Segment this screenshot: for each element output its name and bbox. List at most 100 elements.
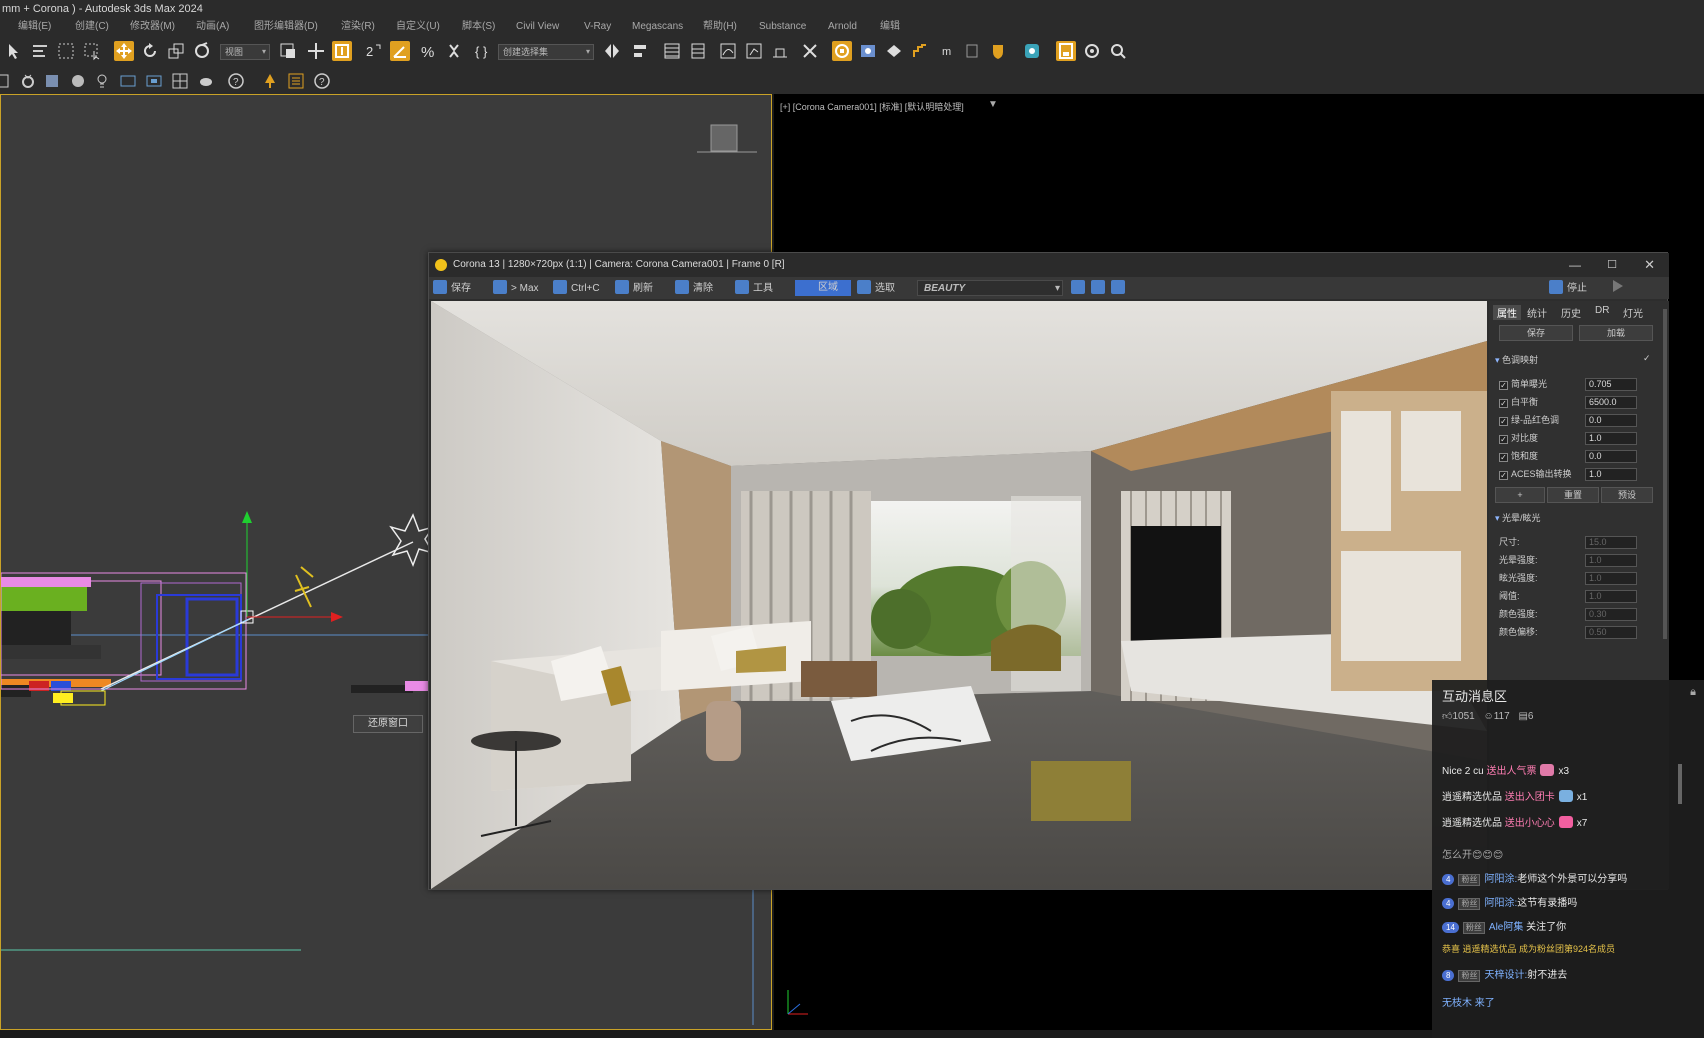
hand-icon[interactable] <box>18 71 38 91</box>
select-by-name-icon[interactable] <box>30 41 50 61</box>
light-bulb-icon[interactable] <box>92 71 112 91</box>
color-intensity-input[interactable]: 0.30 <box>1585 608 1637 621</box>
tone-checkbox[interactable]: ✓ <box>1499 417 1508 426</box>
keyboard-shortcut-override-icon[interactable] <box>332 41 352 61</box>
menu-scripting[interactable]: 脚本(S) <box>462 18 495 36</box>
zoom-out-icon[interactable] <box>1091 280 1109 296</box>
vray-icon[interactable] <box>1022 41 1042 61</box>
menu-rendering[interactable]: 渲染(R) <box>341 18 375 36</box>
tone-mapping-section[interactable]: ▾ 色调映射 ✓ <box>1495 353 1655 369</box>
menu-customize[interactable]: 自定义(U) <box>396 18 440 36</box>
maximize-icon[interactable]: ☐ <box>1607 253 1617 277</box>
tab-lightmix[interactable]: 灯光 <box>1623 305 1643 320</box>
corona-tools-icon[interactable] <box>910 41 930 61</box>
help-circle-icon[interactable]: ? <box>312 71 332 91</box>
add-operator-button[interactable]: + <box>1495 487 1545 503</box>
selection-set-dropdown[interactable]: 创建选择集 <box>498 44 594 60</box>
pick-button[interactable]: 选取 <box>857 280 895 296</box>
render-button[interactable] <box>1613 280 1663 296</box>
search-icon[interactable] <box>1108 41 1128 61</box>
tone-checkbox[interactable]: ✓ <box>1499 453 1508 462</box>
reference-coordinate-dropdown[interactable]: 视图 <box>220 44 270 60</box>
move-icon[interactable] <box>114 41 134 61</box>
tone-checkbox[interactable]: ✓ <box>1499 435 1508 444</box>
saturation-input[interactable]: 0.0 <box>1585 450 1637 463</box>
frame-alt-icon[interactable] <box>144 71 164 91</box>
menu-create[interactable]: 创建(C) <box>75 18 109 36</box>
render-frame-window-icon[interactable] <box>832 41 852 61</box>
paint-icon[interactable] <box>68 71 88 91</box>
menu-vray[interactable]: V-Ray <box>584 18 611 36</box>
angle-snap-icon[interactable] <box>390 41 410 61</box>
menu-animation[interactable]: 动画(A) <box>196 18 229 36</box>
snaps-toggle-icon[interactable]: 2 <box>364 41 384 61</box>
to-max-button[interactable]: > Max <box>493 280 539 296</box>
layer-explorer-icon[interactable] <box>662 41 682 61</box>
chat-scrollbar[interactable] <box>1678 764 1682 804</box>
zoom-in-icon[interactable] <box>1071 280 1089 296</box>
props-scrollbar[interactable] <box>1663 309 1667 639</box>
align-icon[interactable] <box>630 41 650 61</box>
scale-icon[interactable] <box>166 41 186 61</box>
props-save-button[interactable]: 保存 <box>1499 325 1573 341</box>
spinner-snap-icon[interactable] <box>444 41 464 61</box>
select-manipulate-icon[interactable] <box>306 41 326 61</box>
mirror-icon[interactable] <box>602 41 622 61</box>
rect-selection-icon[interactable] <box>56 41 76 61</box>
reset-button[interactable]: 重置 <box>1547 487 1599 503</box>
place-icon[interactable] <box>192 41 212 61</box>
curve-editor-icon[interactable] <box>718 41 738 61</box>
minimize-icon[interactable]: — <box>1569 253 1581 277</box>
menu-arnold[interactable]: Arnold <box>828 18 857 36</box>
save-render-icon[interactable] <box>1056 41 1076 61</box>
link-icon[interactable] <box>0 71 14 91</box>
clear-button[interactable]: 清除 <box>675 280 713 296</box>
render-image[interactable] <box>431 301 1487 889</box>
bloom-section[interactable]: ▾ 光晕/眩光 <box>1495 511 1655 527</box>
save-button[interactable]: 保存 <box>433 280 471 296</box>
named-selection-sets-icon[interactable]: { } <box>472 41 492 61</box>
rotate-icon[interactable] <box>140 41 160 61</box>
tint-input[interactable]: 0.0 <box>1585 414 1637 427</box>
menu-extra[interactable]: 编辑 <box>880 18 900 36</box>
layer-stack-icon[interactable] <box>962 41 982 61</box>
region-button[interactable]: 区域 <box>795 280 851 296</box>
help-circle-icon[interactable]: ? <box>226 71 246 91</box>
toggle-ribbon-icon[interactable] <box>688 41 708 61</box>
menu-edit[interactable]: 编辑(E) <box>18 18 51 36</box>
tone-checkbox[interactable]: ✓ <box>1499 381 1508 390</box>
script-m-icon[interactable]: m <box>938 41 958 61</box>
viewport-label[interactable]: [+] [Corona Camera001] [标准] [默认明暗处理] <box>780 100 964 113</box>
tab-properties[interactable]: 属性 <box>1493 305 1521 320</box>
tone-checkbox[interactable]: ✓ <box>1499 471 1508 480</box>
tree-icon[interactable] <box>260 71 280 91</box>
frame-icon[interactable] <box>118 71 138 91</box>
aces-input[interactable]: 1.0 <box>1585 468 1637 481</box>
shield-icon[interactable] <box>988 41 1008 61</box>
white-balance-input[interactable]: 6500.0 <box>1585 396 1637 409</box>
zoom-fit-icon[interactable] <box>1111 280 1129 296</box>
menu-help[interactable]: 帮助(H) <box>703 18 737 36</box>
bloom-intensity-input[interactable]: 1.0 <box>1585 554 1637 567</box>
tone-checkbox[interactable]: ✓ <box>1499 399 1508 408</box>
list-icon[interactable] <box>286 71 306 91</box>
render-pass-dropdown[interactable]: BEAUTY ▾ <box>917 280 1063 296</box>
menu-megascans[interactable]: Megascans <box>632 18 683 36</box>
pivot-center-icon[interactable] <box>278 41 298 61</box>
settings-cog-icon[interactable] <box>1082 41 1102 61</box>
window-crossing-icon[interactable] <box>82 41 102 61</box>
material-editor-icon[interactable] <box>770 41 790 61</box>
teapot-icon[interactable] <box>42 71 62 91</box>
lock-icon[interactable]: 🔒︎ <box>1690 686 1696 699</box>
exposure-input[interactable]: 0.705 <box>1585 378 1637 391</box>
percent-snap-icon[interactable]: % <box>418 41 438 61</box>
grid-icon[interactable] <box>170 71 190 91</box>
schematic-view-icon[interactable] <box>744 41 764 61</box>
tone-enabled-checkbox[interactable]: ✓ <box>1643 353 1651 364</box>
copy-button[interactable]: Ctrl+C <box>553 280 600 296</box>
preset-button[interactable]: 预设 <box>1601 487 1653 503</box>
props-load-button[interactable]: 加载 <box>1579 325 1653 341</box>
threshold-input[interactable]: 1.0 <box>1585 590 1637 603</box>
stop-button[interactable]: 停止 <box>1549 280 1603 296</box>
bloom-size-input[interactable]: 15.0 <box>1585 536 1637 549</box>
